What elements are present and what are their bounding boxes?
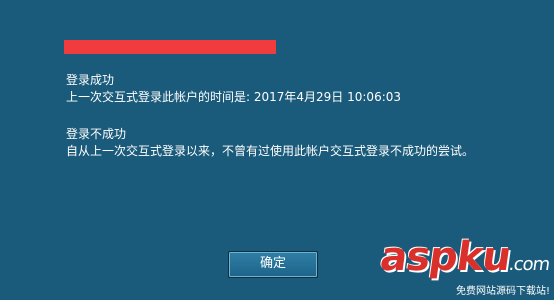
login-failure-section: 登录不成功 自从上一次交互式登录以来，不曾有过使用此帐户交互式登录不成功的尝试。 [66,126,474,160]
failed-attempts-text: 自从上一次交互式登录以来，不曾有过使用此帐户交互式登录不成功的尝试。 [66,144,475,158]
watermark-domain-suffix: .com [507,254,551,275]
site-watermark: aspku.com 免费网站源码下载站! [377,234,553,298]
login-success-section: 登录成功 上一次交互式登录此帐户的时间是: 2017年4月29日 10:06:0… [66,72,401,106]
redacted-username-bar [64,40,276,54]
login-success-title: 登录成功 [66,73,115,87]
login-failure-title: 登录不成功 [66,127,127,141]
watermark-slogan: 免费网站源码下载站! [455,286,550,297]
watermark-logo: aspku.com [377,234,553,285]
last-login-time-text: 上一次交互式登录此帐户的时间是: 2017年4月29日 10:06:03 [66,90,402,104]
ok-button[interactable]: 确定 [228,251,318,278]
watermark-logo-text: aspku [377,234,514,280]
